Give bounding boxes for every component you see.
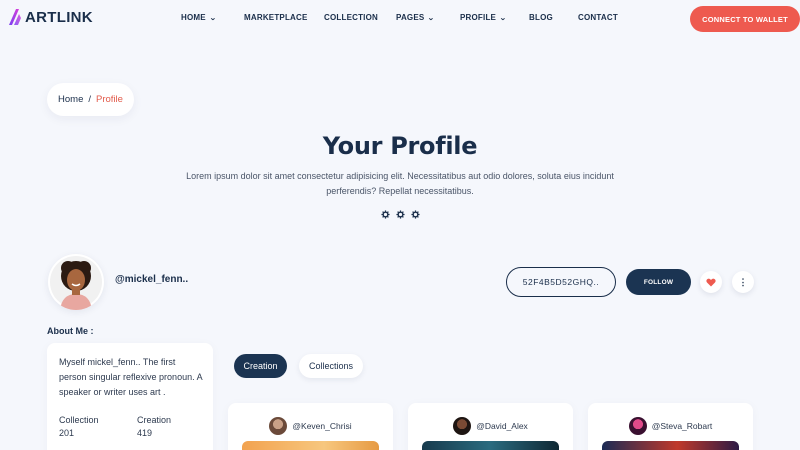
nav-item-collection[interactable]: COLLECTION: [324, 13, 378, 22]
stat-value: 201: [59, 428, 75, 438]
nav-item-profile[interactable]: PROFILE ⌄: [460, 13, 507, 22]
site-header: ARTLINK HOME ⌄ MARKETPLACE COLLECTION PA…: [0, 0, 800, 38]
nav-item-label: MARKETPLACE: [244, 13, 308, 22]
connect-wallet-button[interactable]: CONNECT TO WALLET: [690, 6, 800, 32]
page-title: Your Profile: [322, 132, 478, 160]
nav-item-pages[interactable]: PAGES ⌄: [396, 13, 435, 22]
nav-item-label: COLLECTION: [324, 13, 378, 22]
nav-item-label: HOME: [181, 13, 206, 22]
card-author: @Keven_Chrisi: [228, 417, 393, 435]
card-username: @Keven_Chrisi: [292, 421, 352, 431]
more-vertical-icon: ⋮: [738, 276, 748, 287]
stat-label: Collection: [59, 415, 99, 425]
logo-icon: [8, 8, 22, 26]
gear-icon: [396, 210, 405, 219]
chevron-down-icon: ⌄: [499, 14, 507, 22]
card-image[interactable]: [602, 441, 739, 450]
nav-item-label: BLOG: [529, 13, 553, 22]
heart-icon: [706, 278, 716, 286]
card-avatar: [628, 417, 647, 435]
about-title: About Me :: [47, 326, 94, 336]
nft-card[interactable]: @Keven_Chrisi: [228, 403, 393, 450]
decorative-divider: [381, 210, 420, 219]
nav-item-home[interactable]: HOME ⌄: [181, 13, 216, 22]
nav-item-label: PROFILE: [460, 13, 497, 22]
stat-value: 419: [137, 428, 153, 438]
card-image[interactable]: [242, 441, 379, 450]
follow-button[interactable]: FOLLOW: [626, 269, 691, 295]
logo-text: ARTLINK: [25, 8, 93, 26]
card-author: @David_Alex: [408, 417, 573, 435]
gear-icon: [411, 210, 420, 219]
nav-item-marketplace[interactable]: MARKETPLACE: [244, 13, 308, 22]
card-username: @David_Alex: [476, 421, 528, 431]
nav-item-label: CONTACT: [578, 13, 618, 22]
wallet-address[interactable]: 52F4B5D52GHQ..: [506, 267, 616, 297]
gear-icon: [381, 210, 390, 219]
more-options-button[interactable]: ⋮: [732, 271, 754, 293]
nft-card[interactable]: @David_Alex: [408, 403, 573, 450]
card-avatar: [269, 417, 288, 435]
nav-item-label: PAGES: [396, 13, 425, 22]
card-author: @Steva_Robart: [588, 417, 753, 435]
stat-label: Creation: [137, 415, 172, 425]
breadcrumb-home[interactable]: Home: [58, 94, 83, 105]
like-button[interactable]: [700, 271, 722, 293]
nav-item-blog[interactable]: BLOG: [529, 13, 553, 22]
about-text: Myself mickel_fenn.. The first person si…: [59, 357, 203, 397]
stat-collection: Collection 201: [59, 415, 99, 438]
stat-creation: Creation 419: [137, 415, 171, 438]
about-card: Myself mickel_fenn.. The first person si…: [47, 343, 213, 450]
avatar: [48, 254, 104, 310]
card-username: @Steva_Robart: [651, 421, 713, 431]
breadcrumb-separator: /: [88, 94, 92, 105]
chevron-down-icon: ⌄: [209, 14, 217, 22]
card-image[interactable]: [422, 441, 559, 450]
card-avatar: [453, 417, 472, 435]
profile-username: @mickel_fenn..: [115, 274, 189, 285]
chevron-down-icon: ⌄: [427, 14, 436, 22]
page-description: Lorem ipsum dolor sit amet consectetur a…: [186, 171, 614, 196]
logo[interactable]: ARTLINK: [8, 8, 93, 26]
breadcrumb-current: Profile: [96, 94, 123, 105]
nft-card[interactable]: @Steva_Robart: [588, 403, 753, 450]
tab-collections[interactable]: Collections: [299, 354, 363, 378]
nav-item-contact[interactable]: CONTACT: [578, 13, 618, 22]
breadcrumb: Home / Profile: [47, 83, 134, 116]
tab-creation[interactable]: Creation: [234, 354, 287, 378]
